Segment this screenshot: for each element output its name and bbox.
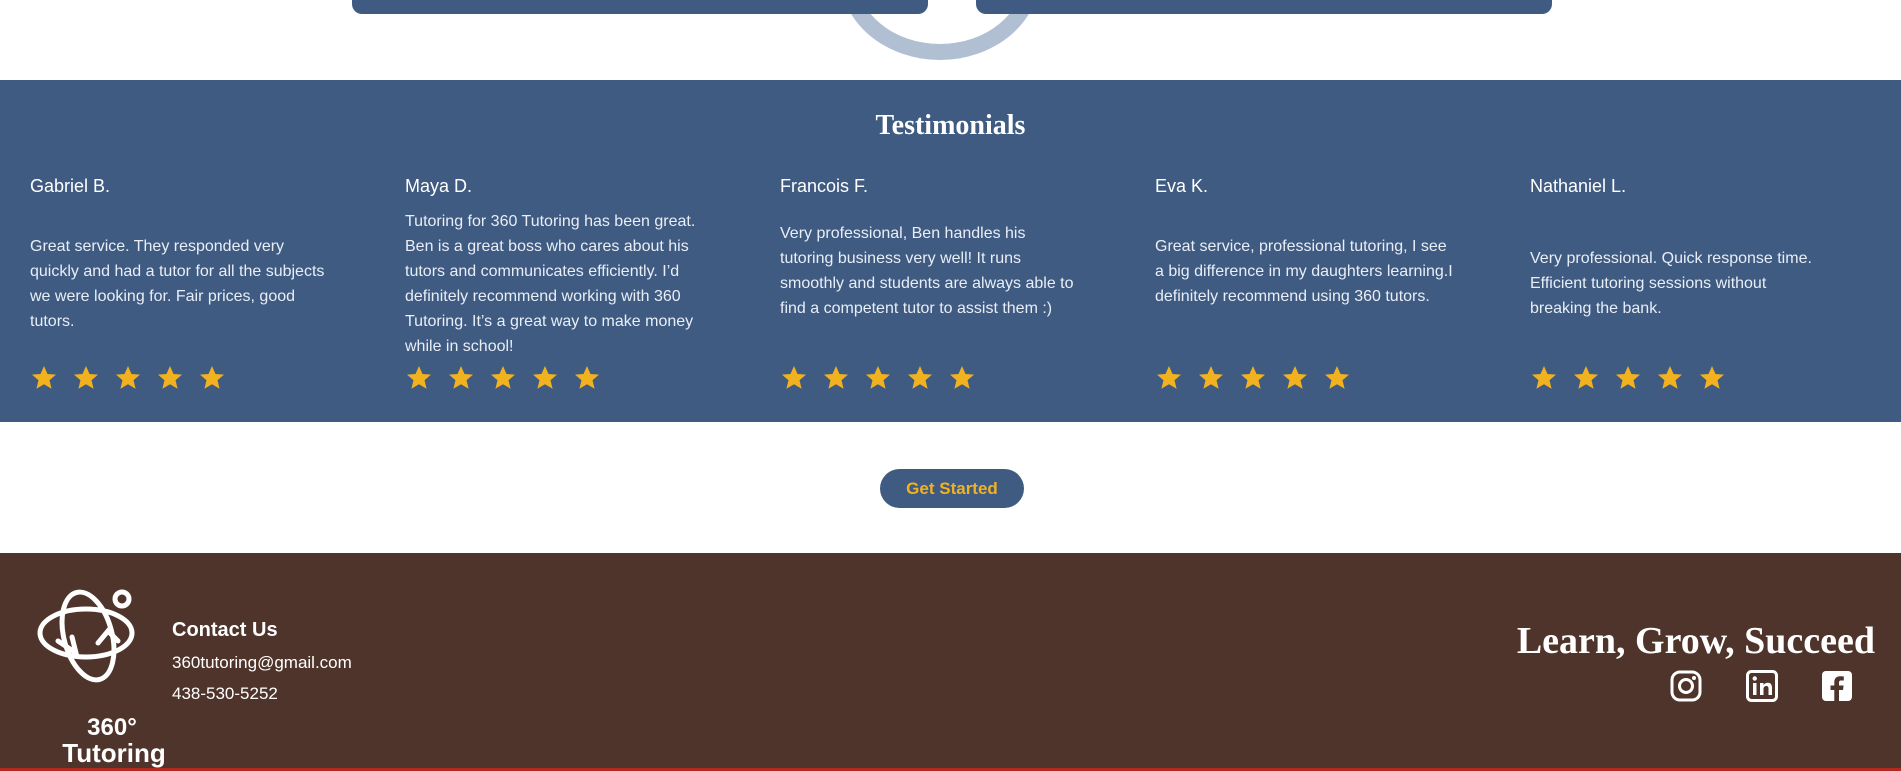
contact-email-link[interactable]: 360tutoring@gmail.com [172, 653, 352, 673]
footer-tagline: Learn, Grow, Succeed [1516, 620, 1875, 662]
logo-text: Tutoring [62, 738, 166, 768]
rating-stars [30, 364, 226, 392]
testimonials-section: Testimonials Gabriel B. Great service. T… [0, 80, 1901, 422]
linkedin-icon[interactable] [1745, 669, 1779, 703]
testimonial-card: Gabriel B. Great service. They responded… [30, 176, 330, 416]
feature-card-right [976, 0, 1552, 14]
star-icon [200, 366, 224, 389]
star-icon [1199, 366, 1223, 389]
testimonials-title: Testimonials [875, 110, 1026, 141]
contact-phone-link[interactable]: 438-530-5252 [172, 684, 278, 704]
star-icon [1532, 366, 1556, 389]
testimonial-card: Nathaniel L. Very professional. Quick re… [1530, 176, 1830, 416]
star-icon [116, 366, 140, 389]
star-icon [866, 366, 890, 389]
star-icon [491, 366, 515, 389]
star-icon [533, 366, 557, 389]
testimonial-card: Maya D. Tutoring for 360 Tutoring has be… [405, 176, 705, 416]
facebook-icon[interactable] [1820, 669, 1854, 703]
testimonial-text: Very professional, Ben handles his tutor… [780, 225, 1074, 317]
instagram-icon[interactable] [1669, 669, 1703, 703]
star-icon [782, 366, 806, 389]
star-icon [950, 366, 974, 389]
logo-mark-icon [37, 589, 135, 683]
star-icon [74, 366, 98, 389]
star-icon [1574, 366, 1598, 389]
star-icon [824, 366, 848, 389]
star-icon [908, 366, 932, 389]
rating-stars [405, 364, 601, 392]
star-icon [158, 366, 182, 389]
star-icon [1658, 366, 1682, 389]
testimonial-text: Great service, professional tutoring, I … [1155, 238, 1453, 305]
star-icon [449, 366, 473, 389]
logo[interactable]: 360° Tutoring [28, 581, 166, 767]
cta-section: Get Started [0, 422, 1901, 553]
testimonial-text: Tutoring for 360 Tutoring has been great… [405, 213, 696, 355]
previous-section [0, 0, 1901, 80]
star-icon [32, 366, 56, 389]
testimonial-card: Eva K. Great service, professional tutor… [1155, 176, 1455, 416]
star-icon [1700, 366, 1724, 389]
testimonial-author: Eva K. [1155, 176, 1209, 196]
testimonial-author: Francois F. [780, 176, 869, 196]
star-icon [1283, 366, 1307, 389]
site-footer: 360° Tutoring Contact Us 360tutoring@gma… [0, 553, 1901, 771]
star-icon [1616, 366, 1640, 389]
logo-text: 360° [87, 714, 137, 741]
rating-stars [1530, 364, 1726, 392]
star-icon [1241, 366, 1265, 389]
rating-stars [780, 364, 976, 392]
testimonial-text: Great service. They responded very quick… [30, 238, 325, 330]
star-icon [1157, 366, 1181, 389]
testimonial-text: Very professional. Quick response time. … [1530, 250, 1812, 317]
rating-stars [1155, 364, 1351, 392]
get-started-button[interactable]: Get Started [880, 469, 1024, 508]
feature-card-left [352, 0, 928, 14]
star-icon [575, 366, 599, 389]
testimonial-author: Gabriel B. [30, 176, 111, 196]
star-icon [407, 366, 431, 389]
testimonial-author: Maya D. [405, 176, 473, 196]
star-icon [1325, 366, 1349, 389]
contact-title: Contact Us [172, 619, 278, 641]
testimonial-card: Francois F. Very professional, Ben handl… [780, 176, 1080, 416]
testimonial-author: Nathaniel L. [1530, 176, 1627, 196]
